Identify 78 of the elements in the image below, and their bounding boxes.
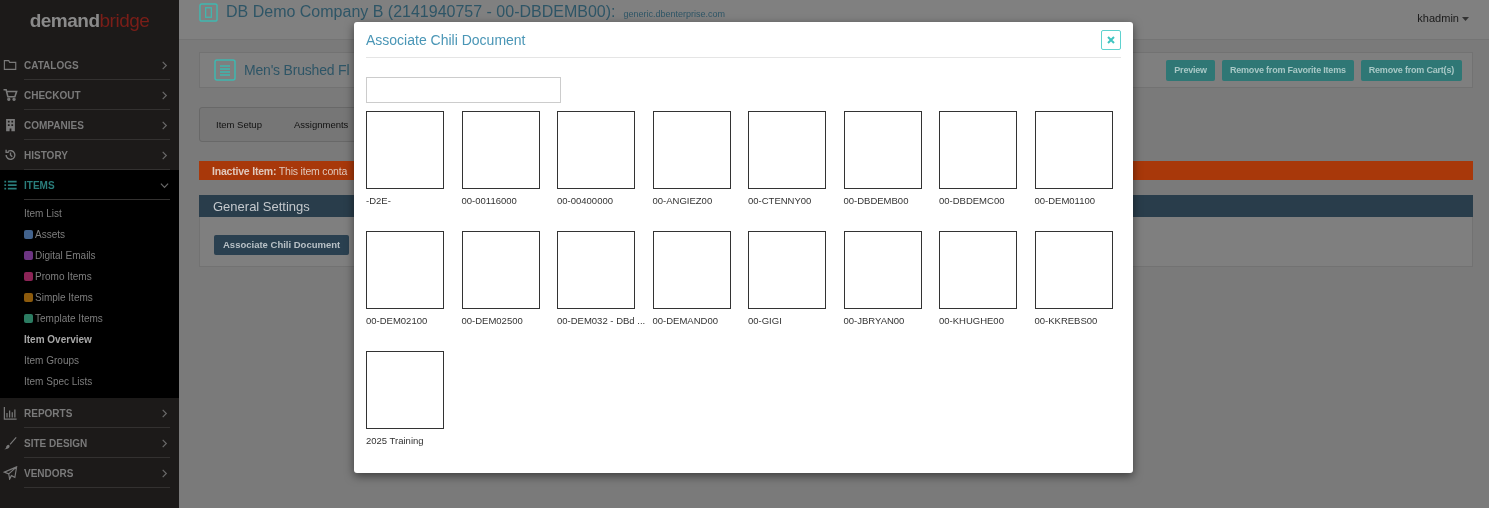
- action-button[interactable]: Remove from Cart(s): [1360, 59, 1462, 81]
- building-icon: [3, 118, 18, 132]
- document-thumbnail[interactable]: [366, 231, 444, 309]
- document-thumbnail[interactable]: [843, 111, 922, 189]
- submenu-item[interactable]: Item Spec Lists: [24, 371, 179, 392]
- chevron-icon: [160, 60, 169, 70]
- document-thumbnail[interactable]: [843, 231, 922, 309]
- submenu-item[interactable]: Digital Emails: [24, 245, 179, 266]
- building-icon: [199, 3, 218, 22]
- document-name: 00-ANGIEZ00: [652, 195, 713, 207]
- folder-icon: [3, 58, 18, 72]
- caret-icon: [1462, 17, 1469, 22]
- document-thumbnail[interactable]: [652, 111, 731, 189]
- document-name: 00-DEM032 - DBd ...: [557, 315, 646, 327]
- submenu-item[interactable]: Item Overview: [24, 329, 179, 350]
- history-icon: [3, 148, 18, 162]
- company-title: DB Demo Company B (2141940757 - 00-DBDEMB00):: [226, 3, 616, 21]
- document-name: 00-DEM02100: [366, 315, 428, 327]
- user-menu[interactable]: khadmin: [1411, 11, 1475, 25]
- document-name: 00-00400000: [557, 195, 613, 207]
- list-icon: [214, 59, 236, 81]
- chevron-icon: [160, 150, 169, 160]
- document-thumbnail[interactable]: [939, 111, 1017, 189]
- submenu-item[interactable]: Item Groups: [24, 350, 179, 371]
- chevron-icon: [160, 90, 169, 100]
- document-thumbnail[interactable]: [461, 111, 540, 189]
- document-name: 00-DBDEMC00: [939, 195, 1005, 207]
- document-thumbnail[interactable]: [461, 231, 540, 309]
- document-name: 2025 Training: [366, 435, 424, 447]
- logo: demandbridge: [28, 9, 151, 33]
- step-tab[interactable]: Assignments: [277, 108, 365, 141]
- list-icon: [3, 178, 18, 192]
- document-thumbnail[interactable]: [748, 111, 826, 189]
- document-thumbnail[interactable]: [366, 351, 444, 429]
- document-thumbnail[interactable]: [652, 231, 731, 309]
- chevron-icon: [160, 468, 169, 478]
- document-thumbnail[interactable]: [557, 231, 635, 309]
- submenu-item[interactable]: Template Items: [24, 308, 179, 329]
- document-name: 00-CTENNY00: [748, 195, 812, 207]
- submenu-item[interactable]: Assets: [24, 224, 179, 245]
- action-button[interactable]: Preview: [1166, 59, 1215, 81]
- search-field[interactable]: [366, 77, 561, 103]
- document-thumbnail[interactable]: [557, 111, 635, 189]
- item-title: Men's Brushed Fl: [244, 62, 350, 78]
- document-name: -D2E-: [366, 195, 391, 207]
- section-title: General Settings: [213, 198, 310, 214]
- chart-icon: [3, 406, 18, 420]
- cart-icon: [3, 88, 18, 102]
- step-tab[interactable]: Item Setup: [200, 108, 278, 141]
- plane-icon: [3, 466, 18, 480]
- document-thumbnail[interactable]: [1034, 231, 1113, 309]
- document-name: 00-DEM02500: [461, 315, 523, 327]
- document-name: 00-KHUGHE00: [939, 315, 1004, 327]
- chevron-icon: [160, 120, 169, 130]
- document-name: 00-DEMAND00: [652, 315, 718, 327]
- alert-text: Inactive Item: This item conta: [212, 164, 348, 177]
- document-name: 00-DBDEMB00: [843, 195, 909, 207]
- brush-icon: [3, 436, 18, 450]
- modal-title: Associate Chili Document: [366, 31, 526, 48]
- submenu-item[interactable]: Promo Items: [24, 266, 179, 287]
- document-name: 00-JBRYAN00: [843, 315, 905, 327]
- document-thumbnail[interactable]: [1034, 111, 1113, 189]
- close-icon: [1107, 35, 1115, 44]
- chevron-icon: [160, 408, 169, 418]
- document-thumbnail[interactable]: [366, 111, 444, 189]
- document-name: 00-KKREBS00: [1034, 315, 1098, 327]
- document-name: 00-00116000: [461, 195, 517, 207]
- action-button[interactable]: Remove from Favorite Items: [1221, 59, 1354, 81]
- chevron-icon: [160, 180, 169, 190]
- domain-text: generic.dbenterprise.com: [623, 9, 726, 19]
- document-thumbnail[interactable]: [939, 231, 1017, 309]
- document-name: 00-DEM01100: [1034, 195, 1096, 207]
- submenu-item[interactable]: Simple Items: [24, 287, 179, 308]
- submenu-item[interactable]: Item List: [24, 203, 179, 224]
- document-name: 00-GIGI: [748, 315, 782, 327]
- document-thumbnail[interactable]: [748, 231, 826, 309]
- chevron-icon: [160, 438, 169, 448]
- associate-button[interactable]: Associate Chili Document: [214, 234, 350, 255]
